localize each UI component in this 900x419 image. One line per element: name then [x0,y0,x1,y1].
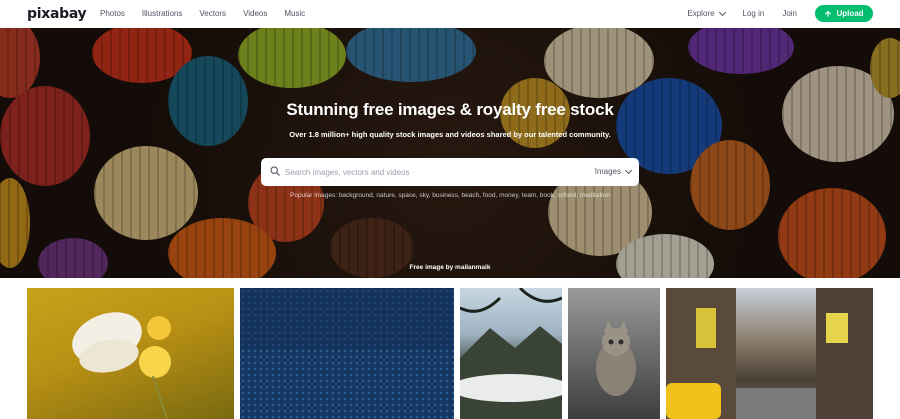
search-type-select[interactable]: Images [594,166,633,176]
upload-button[interactable]: Upload [815,5,873,22]
image-card-water[interactable] [240,288,454,419]
nav-music[interactable]: Music [284,9,305,18]
hero-banner: Stunning free images & royalty free stoc… [0,28,900,278]
chevron-down-icon [718,8,726,16]
mountains-photo [460,288,562,419]
image-credit[interactable]: Free image by mailanmaik [0,264,900,271]
search-input[interactable] [285,165,585,179]
chevron-down-icon [624,166,633,174]
image-card-city-street[interactable] [666,288,873,419]
hero-title: Stunning free images & royalty free stoc… [286,100,614,119]
nav-photos[interactable]: Photos [100,9,125,18]
main-nav: Photos Illustrations Vectors Videos Musi… [100,9,322,18]
search-icon[interactable] [270,166,280,176]
hero-subtitle: Over 1.8 million+ high quality stock ima… [289,130,611,139]
pixabay-logo[interactable]: pixabay [27,6,87,22]
top-navbar: pixabay Photos Illustrations Vectors Vid… [0,0,900,28]
image-card-butterfly[interactable] [27,288,234,419]
search-type-label: Images [594,167,621,176]
kitten-photo [596,320,636,396]
image-card-mountains[interactable] [460,288,562,419]
explore-menu[interactable]: Explore [687,8,726,18]
hero-overlay [0,28,900,278]
search-bar: Images [261,158,639,186]
nav-videos[interactable]: Videos [243,9,267,18]
water-photo [240,288,454,419]
explore-label: Explore [687,9,715,18]
login-link[interactable]: Log in [743,9,765,18]
account-nav: Explore Log in Join Upload [687,5,873,22]
image-grid [0,288,900,419]
butterfly-photo [72,312,171,419]
city-photo [666,288,873,419]
popular-images[interactable]: Popular images: background, nature, spac… [0,192,900,199]
join-link[interactable]: Join [782,9,797,18]
nav-vectors[interactable]: Vectors [199,9,226,18]
image-card-kitten[interactable] [568,288,660,419]
upload-arrow-icon [825,10,832,17]
nav-illustrations[interactable]: Illustrations [142,9,182,18]
upload-label: Upload [836,9,864,18]
